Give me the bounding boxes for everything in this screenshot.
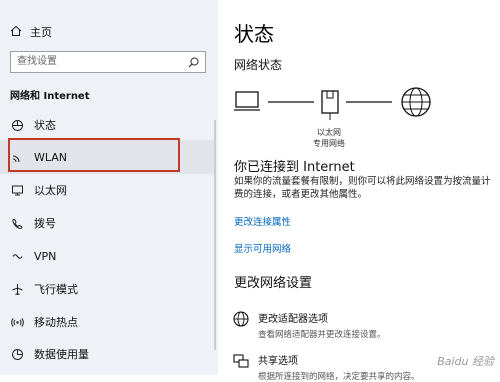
data-usage-icon — [10, 347, 24, 361]
option-title: 共享选项 — [258, 356, 298, 367]
adapter-globe-icon — [232, 310, 250, 328]
sidebar-item-label: 以太网 — [34, 184, 67, 197]
network-status-heading: 网络状态 — [234, 58, 283, 72]
home-link[interactable]: 主页 — [10, 24, 52, 40]
sidebar-item-ethernet[interactable]: 以太网 — [0, 173, 214, 207]
sharing-options-item[interactable]: 共享选项 根据所连接到的网络，决定要共享的内容。 — [232, 352, 420, 382]
option-description: 查看网络适配器并更改连接设置。 — [258, 330, 386, 340]
option-description: 根据所连接到的网络，决定要共享的内容。 — [258, 372, 420, 382]
watermark: Baidu 经验 — [437, 355, 494, 368]
search-placeholder: 查找设置 — [17, 56, 57, 67]
show-networks-link[interactable]: 显示可用网络 — [234, 241, 291, 255]
sidebar-item-status[interactable]: 状态 — [0, 108, 214, 142]
change-settings-heading: 更改网络设置 — [234, 276, 313, 291]
page-title: 状态 — [234, 22, 274, 46]
sidebar-item-airplane[interactable]: 飞行模式 — [0, 272, 214, 306]
sidebar-item-label: 移动热点 — [34, 316, 78, 329]
adapter-network-type: 专用网络 — [313, 139, 345, 148]
change-properties-link[interactable]: 更改连接属性 — [234, 214, 291, 228]
sidebar-item-label: 拨号 — [34, 217, 56, 230]
main-content: 状态 网络状态 以太网 专用网络 你已连接到 Internet 如果你的流量套餐… — [218, 0, 500, 382]
sidebar-item-data-usage[interactable]: 数据使用量 — [0, 337, 214, 371]
search-input[interactable]: 查找设置 — [10, 51, 206, 73]
globe-icon — [401, 87, 431, 117]
sidebar-item-label: VPN — [34, 249, 57, 263]
sidebar-item-label: 状态 — [34, 119, 56, 132]
ethernet-icon — [10, 183, 24, 197]
home-globe-icon — [10, 118, 24, 132]
wlan-highlight-box — [8, 138, 180, 172]
sidebar-item-label: 数据使用量 — [34, 348, 89, 361]
computer-icon — [234, 91, 260, 111]
sharing-icon — [232, 352, 250, 370]
airplane-icon — [10, 282, 24, 296]
sidebar-item-dialup[interactable]: 拨号 — [0, 206, 214, 240]
adapter-options-item[interactable]: 更改适配器选项 查看网络适配器并更改连接设置。 — [232, 310, 386, 340]
option-title: 更改适配器选项 — [258, 314, 328, 325]
adapter-icon — [321, 90, 339, 120]
search-icon[interactable] — [188, 56, 199, 76]
sidebar-item-vpn[interactable]: VPN — [0, 239, 214, 273]
section-title: 网络和 Internet — [10, 91, 90, 102]
adapter-type: 以太网 — [317, 128, 341, 137]
dialup-icon — [10, 216, 24, 230]
hotspot-icon — [10, 315, 24, 329]
sidebar-scrollbar[interactable] — [214, 120, 216, 350]
home-label: 主页 — [30, 26, 52, 39]
vpn-icon — [10, 249, 24, 263]
metered-description: 如果你的流量套餐有限制，则你可以将此网络设置为按流量计费的连接，或者更改其他属性… — [234, 176, 491, 200]
sidebar-item-hotspot[interactable]: 移动热点 — [0, 305, 214, 339]
connection-status-text: 你已连接到 Internet — [234, 160, 355, 175]
sidebar-item-label: 飞行模式 — [34, 283, 78, 296]
home-icon — [10, 25, 30, 40]
sidebar: 主页 查找设置 网络和 Internet 状态 WLAN 以太网 拨号 VPN … — [0, 0, 218, 375]
network-diagram — [234, 87, 431, 120]
adapter-label: 以太网 专用网络 — [304, 127, 354, 149]
